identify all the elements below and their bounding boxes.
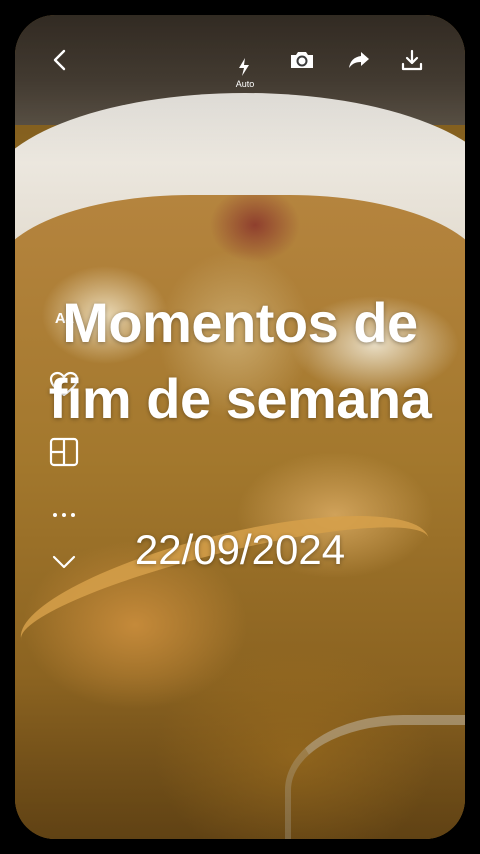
download-icon: [401, 49, 423, 71]
more-dots-icon: [52, 505, 76, 523]
flash-icon: [237, 57, 251, 77]
share-arrow-icon: [348, 50, 370, 70]
flash-mode-label: Auto: [235, 79, 255, 89]
layout-icon: [49, 437, 79, 472]
memory-title: Momentos de fim de semana: [48, 291, 432, 430]
top-toolbar: Auto: [0, 0, 450, 89]
chevron-left-icon: [50, 48, 70, 72]
memory-date: 22/09/2024: [134, 526, 346, 573]
back-button[interactable]: [44, 44, 76, 76]
download-button[interactable]: [396, 44, 428, 76]
camera-icon: [289, 49, 315, 71]
camera-button[interactable]: [286, 44, 318, 76]
share-button[interactable]: [343, 44, 375, 76]
flash-button[interactable]: [228, 56, 260, 78]
layout-button[interactable]: [48, 437, 80, 472]
